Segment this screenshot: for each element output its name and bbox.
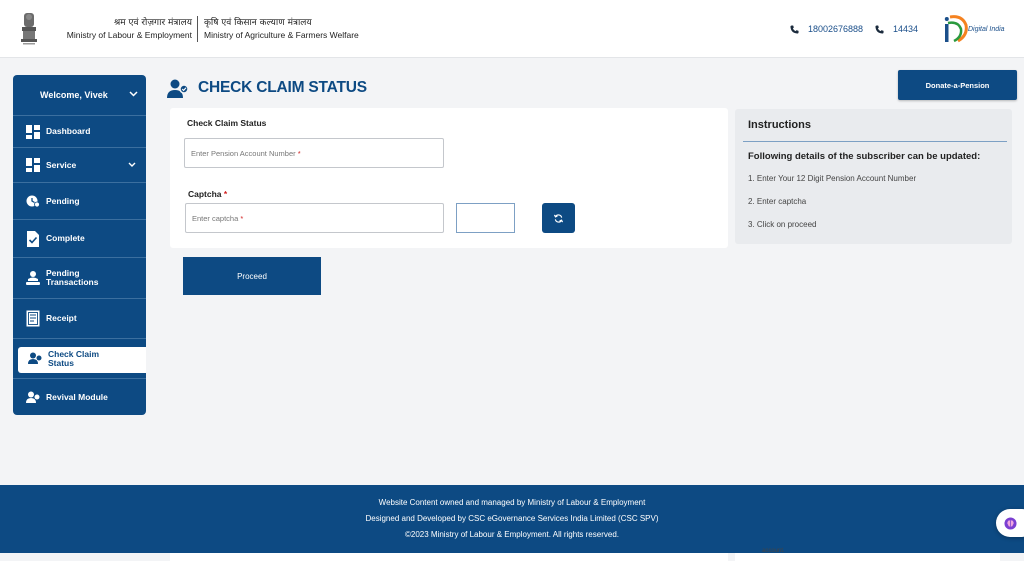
welcome-label: Welcome, Vivek xyxy=(40,90,108,100)
instructions-title: Instructions xyxy=(748,119,811,131)
sidebar-item-pending[interactable]: Pending xyxy=(13,182,146,219)
sidebar-item-label: Revival Module xyxy=(46,391,108,402)
sidebar-item-label: Receipt xyxy=(46,313,77,323)
sidebar-item-complete[interactable]: Complete xyxy=(13,219,146,257)
site-header: श्रम एवं रोज़गार मंत्रालय Ministry of La… xyxy=(0,0,1024,58)
ministry-agriculture-hindi: कृषि एवं किसान कल्याण मंत्रालय xyxy=(204,18,312,28)
background-peek-text: account. xyxy=(762,548,785,554)
page-title: CHECK CLAIM STATUS xyxy=(198,79,367,96)
welcome-menu[interactable]: Welcome, Vivek xyxy=(13,75,146,115)
proceed-button[interactable]: Proceed xyxy=(183,257,321,295)
phone-contact-2[interactable]: 14434 xyxy=(875,24,918,34)
ministry-agriculture: कृषि एवं किसान कल्याण मंत्रालय Ministry … xyxy=(204,17,404,42)
ministry-labour: श्रम एवं रोज़गार मंत्रालय Ministry of La… xyxy=(60,17,192,42)
user-icon xyxy=(167,79,189,98)
sidebar-item-label: Dashboard xyxy=(46,126,91,136)
footer-ownership: Website Content owned and managed by Min… xyxy=(378,498,646,507)
sidebar-item-check-claim-status[interactable]: Check Claim Status xyxy=(13,338,146,378)
header-divider xyxy=(197,16,198,42)
sidebar-item-label-line2: Status xyxy=(48,357,74,368)
complete-icon xyxy=(25,230,41,247)
phone-contact-1[interactable]: 18002676888 xyxy=(790,24,863,34)
captcha-placeholder: Enter captcha xyxy=(192,213,239,223)
donate-a-pension-button[interactable]: Donate-a-Pension xyxy=(898,70,1017,100)
captcha-label-text: Captcha xyxy=(188,189,222,199)
ministry-labour-english: Ministry of Labour & Employment xyxy=(66,30,192,40)
sidebar-item-label: Check Claim Status xyxy=(48,349,99,368)
instructions-panel: Instructions Following details of the su… xyxy=(735,109,1012,244)
instruction-step: 3. Click on proceed xyxy=(748,220,817,229)
sidebar-item-label: Complete xyxy=(46,233,85,243)
chatbot-button[interactable] xyxy=(996,509,1024,537)
sidebar-item-receipt[interactable]: Receipt xyxy=(13,298,146,338)
site-footer: Website Content owned and managed by Min… xyxy=(0,485,1024,553)
sidebar-item-service[interactable]: Service xyxy=(13,147,146,182)
ministry-labour-hindi: श्रम एवं रोज़गार मंत्रालय xyxy=(113,18,192,28)
required-mark: * xyxy=(297,148,301,158)
instructions-divider xyxy=(743,141,1007,142)
check-claim-form: Check Claim Status Enter Pension Account… xyxy=(170,108,728,248)
footer-developer: Designed and Developed by CSC eGovernanc… xyxy=(365,514,659,523)
national-emblem-icon xyxy=(21,13,37,45)
pending-icon xyxy=(25,193,41,209)
background-card-peek xyxy=(170,553,728,561)
required-mark: * xyxy=(240,213,244,223)
sidebar-item-label-line2: Transactions xyxy=(46,277,99,287)
dashboard-icon xyxy=(25,124,41,140)
form-section-title: Check Claim Status xyxy=(187,118,267,128)
phone-number-1[interactable]: 18002676888 xyxy=(808,24,863,34)
brain-icon xyxy=(1004,516,1017,530)
phone-icon xyxy=(875,24,884,34)
sidebar-item-revival-module[interactable]: Revival Module xyxy=(13,378,146,415)
service-icon xyxy=(25,157,41,173)
background-card-peek xyxy=(735,553,1000,561)
refresh-icon xyxy=(554,213,563,223)
revival-icon xyxy=(25,389,41,405)
chevron-down-icon xyxy=(128,162,136,167)
refresh-captcha-button[interactable] xyxy=(542,203,575,233)
instruction-step: 1. Enter Your 12 Digit Pension Account N… xyxy=(748,174,917,183)
receipt-icon xyxy=(25,310,41,327)
captcha-label: Captcha * xyxy=(188,189,227,199)
required-mark: * xyxy=(223,189,228,199)
pending-transactions-icon xyxy=(25,270,41,286)
sidebar-item-label: Pending Transactions xyxy=(46,269,98,287)
sidebar-item-label: Service xyxy=(46,159,77,170)
phone-icon xyxy=(790,24,799,34)
digital-india-text: Digital India xyxy=(968,26,1005,33)
chevron-down-icon xyxy=(129,91,138,97)
footer-copyright: ©2023 Ministry of Labour & Employment. A… xyxy=(405,530,619,539)
captcha-image xyxy=(456,203,515,233)
sidebar-item-pending-transactions[interactable]: Pending Transactions xyxy=(13,257,146,298)
phone-number-2[interactable]: 14434 xyxy=(893,24,918,34)
sidebar-item-label: Pending xyxy=(46,195,80,206)
instruction-step: 2. Enter captcha xyxy=(748,197,807,206)
sidebar-item-dashboard[interactable]: Dashboard xyxy=(13,115,146,147)
pension-account-number-input[interactable]: Enter Pension Account Number * xyxy=(184,138,444,168)
user-icon xyxy=(27,351,43,367)
pension-account-placeholder: Enter Pension Account Number xyxy=(191,148,296,158)
instructions-subtitle: Following details of the subscriber can … xyxy=(748,151,981,162)
sidebar: Welcome, Vivek Dashboard Service Pending… xyxy=(13,75,146,415)
captcha-input[interactable]: Enter captcha * xyxy=(185,203,444,233)
ministry-agriculture-english: Ministry of Agriculture & Farmers Welfar… xyxy=(204,30,359,40)
